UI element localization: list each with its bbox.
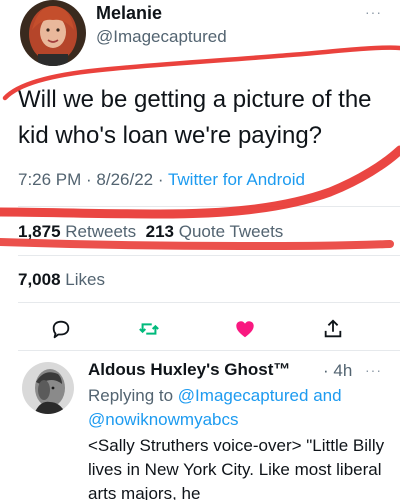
reply-author-name[interactable]: Aldous Huxley's Ghost™ (88, 360, 290, 380)
reply-icon[interactable] (50, 318, 72, 340)
replying-to-line: Replying to @Imagecaptured and @nowiknow… (88, 384, 388, 432)
tweet-meta: 7:26 PM · 8/26/22 · Twitter for Android (18, 170, 305, 190)
reply-more-options-icon[interactable]: ··· (365, 362, 382, 378)
like-heart-icon[interactable] (234, 318, 256, 340)
mention-and-word: and (313, 386, 342, 405)
share-icon[interactable] (322, 318, 344, 340)
tweet-timestamp[interactable]: 7:26 PM · 8/26/22 · (18, 170, 164, 189)
retweet-stats-row: 1,875 Retweets 213 Quote Tweets (18, 222, 283, 242)
retweets-count[interactable]: 1,875 (18, 222, 61, 241)
divider (18, 302, 400, 303)
retweet-icon[interactable] (138, 318, 160, 340)
tweet-text: Will we be getting a picture of the kid … (18, 86, 372, 149)
mention-link[interactable]: @Imagecaptured (178, 386, 309, 405)
author-avatar[interactable] (20, 0, 86, 66)
profile-photo-bw-man (22, 362, 74, 414)
likes-stats-row: 7,008 Likes (18, 270, 105, 290)
mention-link[interactable]: @nowiknowmyabcs (88, 410, 238, 429)
reply-text: <Sally Struthers voice-over> "Little Bil… (88, 436, 385, 500)
divider (18, 206, 400, 207)
replying-to-label: Replying to (88, 386, 174, 405)
quotes-count[interactable]: 213 (146, 222, 174, 241)
likes-label[interactable]: Likes (65, 270, 105, 289)
tweet-source-link[interactable]: Twitter for Android (168, 170, 305, 189)
retweets-label[interactable]: Retweets (65, 222, 136, 241)
quotes-label[interactable]: Quote Tweets (179, 222, 284, 241)
likes-count[interactable]: 7,008 (18, 270, 61, 289)
reply-timestamp[interactable]: · 4h (323, 361, 352, 381)
divider (18, 255, 400, 256)
more-options-icon[interactable]: ··· (365, 4, 382, 20)
author-handle[interactable]: @Imagecaptured (96, 27, 227, 47)
divider (18, 350, 400, 351)
reply-author-avatar[interactable] (22, 362, 74, 414)
author-display-name[interactable]: Melanie (96, 3, 162, 24)
profile-photo-woman-red-hair (20, 0, 86, 66)
